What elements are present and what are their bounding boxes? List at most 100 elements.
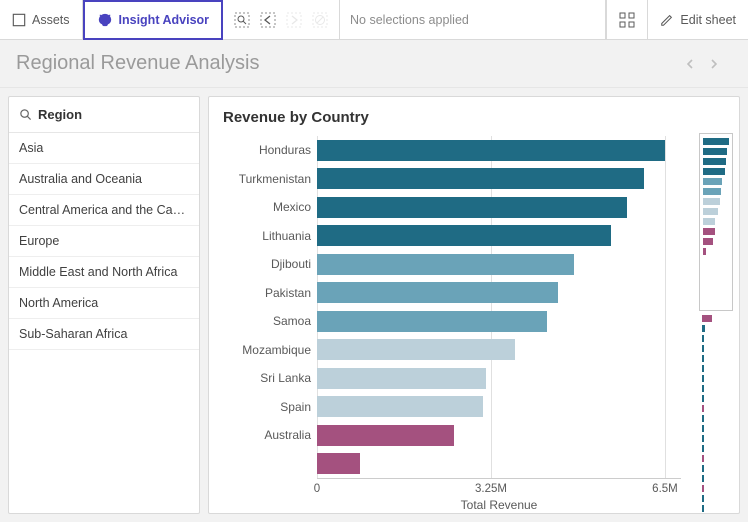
y-axis-label: Pakistan <box>223 279 317 308</box>
minimap-bar <box>702 455 704 462</box>
selection-tools <box>223 0 340 39</box>
insight-icon <box>97 12 113 28</box>
y-axis-label: Honduras <box>223 136 317 165</box>
bar[interactable] <box>317 168 644 189</box>
main-area: Region AsiaAustralia and OceaniaCentral … <box>0 88 748 522</box>
bar[interactable] <box>317 197 627 218</box>
y-axis-label <box>223 450 317 479</box>
chart-minimap-overflow[interactable] <box>699 313 733 512</box>
x-axis-label: Total Revenue <box>317 498 681 512</box>
y-axis-label: Lithuania <box>223 222 317 251</box>
y-axis-label: Mexico <box>223 193 317 222</box>
no-selections-text: No selections applied <box>340 0 606 39</box>
clear-selections-icon <box>311 11 329 29</box>
smart-search-icon[interactable] <box>233 11 251 29</box>
sheet-titlebar: Regional Revenue Analysis <box>0 40 748 88</box>
bar[interactable] <box>317 140 665 161</box>
minimap-bar <box>702 385 704 392</box>
bar[interactable] <box>317 311 547 332</box>
y-axis-label: Turkmenistan <box>223 165 317 194</box>
chart-revenue-by-country[interactable]: Revenue by Country HondurasTurkmenistanM… <box>208 96 740 514</box>
minimap-bar <box>702 405 704 412</box>
filter-item[interactable]: Australia and Oceania <box>9 164 199 195</box>
step-back-icon[interactable] <box>259 11 277 29</box>
minimap-bar <box>702 375 704 382</box>
minimap-bar <box>702 335 704 342</box>
bar[interactable] <box>317 254 574 275</box>
chart-minimap[interactable] <box>699 133 733 311</box>
right-tools: Edit sheet <box>606 0 748 39</box>
minimap-bar <box>702 445 704 452</box>
minimap-bar <box>702 485 704 492</box>
minimap-bar <box>703 198 720 205</box>
bar[interactable] <box>317 339 515 360</box>
plot-area <box>317 132 681 478</box>
bar[interactable] <box>317 225 611 246</box>
y-axis-label: Australia <box>223 421 317 450</box>
y-axis-label: Samoa <box>223 307 317 336</box>
filter-field-label: Region <box>38 107 82 122</box>
filter-item[interactable]: North America <box>9 288 199 319</box>
search-icon <box>19 108 32 121</box>
filter-item[interactable]: Asia <box>9 133 199 164</box>
chart-title: Revenue by Country <box>223 109 725 126</box>
pencil-icon <box>660 13 674 27</box>
filter-item[interactable]: Central America and the Carib… <box>9 195 199 226</box>
next-sheet-button[interactable] <box>708 58 732 70</box>
minimap-bar <box>702 415 704 422</box>
y-axis-label: Sri Lanka <box>223 364 317 393</box>
minimap-bar <box>703 188 721 195</box>
insight-advisor-button[interactable]: Insight Advisor <box>83 0 224 40</box>
filter-item[interactable]: Sub-Saharan Africa <box>9 319 199 350</box>
minimap-bar <box>702 315 712 322</box>
minimap-bar <box>702 325 705 332</box>
minimap-bar <box>703 228 715 235</box>
y-axis-label: Djibouti <box>223 250 317 279</box>
minimap-bar <box>702 425 704 432</box>
edit-sheet-button[interactable]: Edit sheet <box>648 0 748 39</box>
y-axis-labels: HondurasTurkmenistanMexicoLithuaniaDjibo… <box>223 132 317 478</box>
y-axis-label: Spain <box>223 393 317 422</box>
minimap-bar <box>703 148 727 155</box>
minimap-bar <box>702 495 704 502</box>
x-tick: 3.25M <box>475 483 507 495</box>
minimap-bar <box>703 218 715 225</box>
minimap-bar <box>703 138 729 145</box>
x-tick: 6.5M <box>652 483 678 495</box>
y-axis-label: Mozambique <box>223 336 317 365</box>
minimap-bar <box>702 395 704 402</box>
x-axis: 0 3.25M 6.5M Total Revenue <box>317 478 681 512</box>
filter-header[interactable]: Region <box>9 97 199 133</box>
bars <box>317 136 681 478</box>
filter-pane-region: Region AsiaAustralia and OceaniaCentral … <box>8 96 200 514</box>
top-toolbar: Assets Insight Advisor No selections app… <box>0 0 748 40</box>
filter-item[interactable]: Middle East and North Africa <box>9 257 199 288</box>
minimap-bar <box>703 208 718 215</box>
chart-body: HondurasTurkmenistanMexicoLithuaniaDjibo… <box>223 132 725 478</box>
minimap-bar <box>702 505 704 512</box>
minimap-bar <box>703 168 725 175</box>
minimap-bar <box>702 345 704 352</box>
minimap-bar <box>703 178 722 185</box>
assets-label: Assets <box>32 13 70 27</box>
assets-button[interactable]: Assets <box>0 0 83 39</box>
filter-list: AsiaAustralia and OceaniaCentral America… <box>9 133 199 350</box>
assets-icon <box>12 13 26 27</box>
bar[interactable] <box>317 396 483 417</box>
bar[interactable] <box>317 453 360 474</box>
minimap-bar <box>703 158 726 165</box>
minimap-bar <box>702 435 704 442</box>
bar[interactable] <box>317 425 454 446</box>
insight-label: Insight Advisor <box>119 13 210 27</box>
page-title: Regional Revenue Analysis <box>16 52 684 75</box>
minimap-bar <box>702 355 704 362</box>
step-forward-icon <box>285 11 303 29</box>
prev-sheet-button[interactable] <box>684 58 708 70</box>
bookmarks-icon <box>619 12 635 28</box>
bar[interactable] <box>317 282 558 303</box>
filter-item[interactable]: Europe <box>9 226 199 257</box>
minimap-bar <box>702 365 704 372</box>
bar[interactable] <box>317 368 486 389</box>
bookmarks-button[interactable] <box>606 0 648 39</box>
minimap-bar <box>703 238 713 245</box>
